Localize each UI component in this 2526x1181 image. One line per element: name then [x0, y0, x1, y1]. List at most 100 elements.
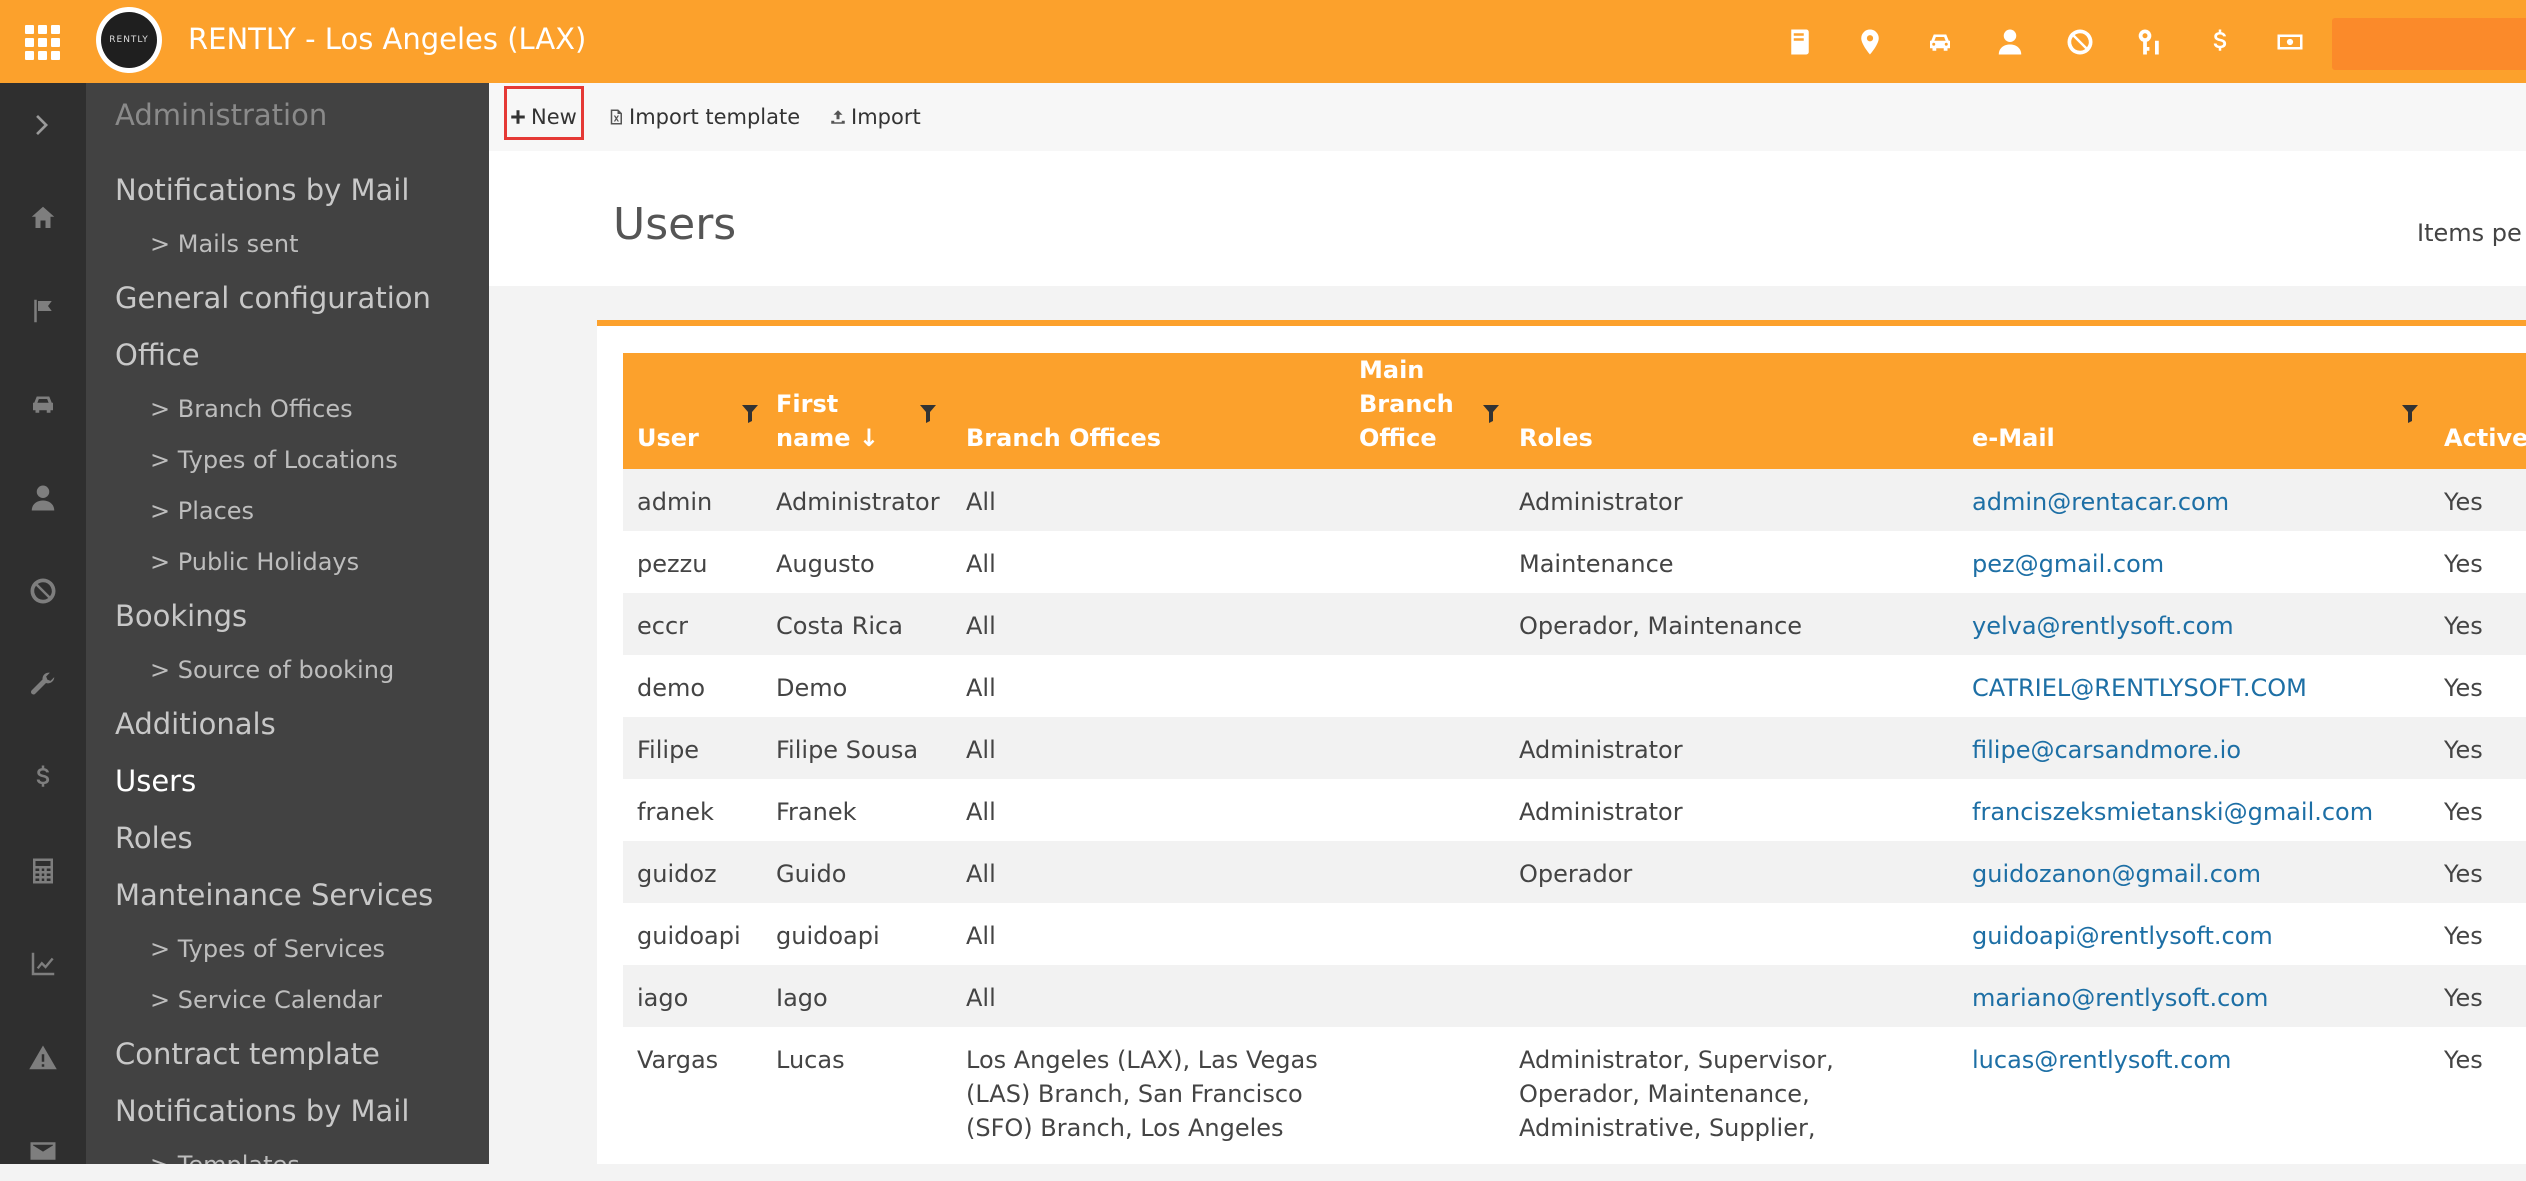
sidebar-item-public-holidays[interactable]: > Public Holidays — [150, 548, 359, 576]
cell-user: iago — [623, 965, 762, 1027]
logo-text: RENTLY — [101, 12, 157, 68]
cell-roles — [1505, 655, 1958, 717]
cell-email-link[interactable]: admin@rentacar.com — [1958, 469, 2430, 531]
column-header-roles[interactable]: Roles — [1505, 353, 1958, 469]
table-row[interactable]: Vargas Lucas Los Angeles (LAX), Las Vega… — [623, 1027, 2526, 1147]
cell-email-link[interactable]: guidozanon@gmail.com — [1958, 841, 2430, 903]
cell-user: admin — [623, 469, 762, 531]
cash-icon[interactable] — [2255, 18, 2325, 66]
table-row[interactable]: admin Administrator All Administrator ad… — [623, 469, 2526, 531]
sidebar-item-branch-offices[interactable]: > Branch Offices — [150, 395, 353, 423]
cell-email-link[interactable]: lucas@rentlysoft.com — [1958, 1027, 2430, 1147]
cell-main-branch — [1345, 1027, 1505, 1147]
cell-user: guidoz — [623, 841, 762, 903]
cell-email-link[interactable]: CATRIEL@RENTLYSOFT.COM — [1958, 655, 2430, 717]
expand-chevron-icon[interactable] — [0, 95, 86, 155]
cell-email-link[interactable]: guidoapi@rentlysoft.com — [1958, 903, 2430, 965]
car-icon[interactable] — [1905, 18, 1975, 66]
sidebar-header: Administration — [115, 98, 328, 132]
cell-roles: Administrator — [1505, 717, 1958, 779]
cell-branch-offices: All — [952, 593, 1345, 655]
sidebar-item-service-calendar[interactable]: > Service Calendar — [150, 986, 382, 1014]
dollar-icon[interactable] — [0, 748, 86, 808]
table-row[interactable]: demo Demo All CATRIEL@RENTLYSOFT.COM Yes — [623, 655, 2526, 717]
filter-icon[interactable] — [920, 405, 936, 423]
sidebar-item-roles[interactable]: Roles — [115, 821, 193, 855]
ban-icon[interactable] — [0, 561, 86, 621]
sidebar-item-bookings[interactable]: Bookings — [115, 599, 247, 633]
cell-email-link[interactable]: mariano@rentlysoft.com — [1958, 965, 2430, 1027]
sidebar-item-users[interactable]: Users — [115, 764, 196, 798]
column-header-active[interactable]: Active — [2430, 353, 2526, 469]
sidebar-item-mails-sent[interactable]: > Mails sent — [150, 230, 299, 258]
sidebar-item-maintenance-services[interactable]: Manteinance Services — [115, 878, 433, 912]
keys-icon[interactable] — [2115, 18, 2185, 66]
filter-icon[interactable] — [1483, 405, 1499, 423]
import-button[interactable]: Import — [829, 105, 921, 129]
user-icon[interactable] — [0, 468, 86, 528]
cell-email-link[interactable]: franciszeksmietanski@gmail.com — [1958, 779, 2430, 841]
home-icon[interactable] — [0, 188, 86, 248]
import-template-button[interactable]: Import template — [607, 105, 800, 129]
page-header: Users Items pe — [489, 151, 2526, 286]
sidebar-item-types-of-services[interactable]: > Types of Services — [150, 935, 385, 963]
flag-icon[interactable] — [0, 281, 86, 341]
dollar-icon[interactable] — [2185, 18, 2255, 66]
book-icon[interactable] — [1765, 18, 1835, 66]
table-row[interactable]: iago Iago All mariano@rentlysoft.com Yes — [623, 965, 2526, 1027]
cell-active: Yes — [2430, 717, 2526, 779]
sidebar-item-office[interactable]: Office — [115, 338, 200, 372]
apps-grid-icon[interactable] — [22, 22, 62, 62]
table-row[interactable]: guidoapi guidoapi All guidoapi@rentlysof… — [623, 903, 2526, 965]
cell-first-name: Franek — [762, 779, 952, 841]
table-row[interactable]: franek Franek All Administrator francisz… — [623, 779, 2526, 841]
car-icon[interactable] — [0, 374, 86, 434]
warning-icon[interactable] — [0, 1028, 86, 1088]
table-row[interactable]: pezzu Augusto All Maintenance pez@gmail.… — [623, 531, 2526, 593]
user-icon[interactable] — [1975, 18, 2045, 66]
import-template-label: Import template — [629, 105, 801, 129]
cell-email-link[interactable]: pez@gmail.com — [1958, 531, 2430, 593]
cell-main-branch — [1345, 593, 1505, 655]
cell-roles: Operador — [1505, 841, 1958, 903]
mail-icon[interactable] — [0, 1121, 86, 1181]
sidebar-item-places[interactable]: > Places — [150, 497, 254, 525]
cell-email-link[interactable]: filipe@carsandmore.io — [1958, 717, 2430, 779]
table-row[interactable]: eccr Costa Rica All Operador, Maintenanc… — [623, 593, 2526, 655]
wrench-icon[interactable] — [0, 654, 86, 714]
sidebar-item-general-configuration[interactable]: General configuration — [115, 281, 431, 315]
top-bar: RENTLY RENTLY - Los Angeles (LAX) — [0, 0, 2526, 83]
column-header-main-branch-office[interactable]: Main Branch Office — [1345, 353, 1505, 469]
calculator-icon[interactable] — [0, 841, 86, 901]
table-row[interactable]: guidoz Guido All Operador guidozanon@gma… — [623, 841, 2526, 903]
column-header-first-name[interactable]: First name ↓ — [762, 353, 952, 469]
cell-roles: Administrator — [1505, 469, 1958, 531]
table-row[interactable]: Filipe Filipe Sousa All Administrator fi… — [623, 717, 2526, 779]
sidebar-item-types-of-locations[interactable]: > Types of Locations — [150, 446, 398, 474]
cell-branch-offices: All — [952, 469, 1345, 531]
sidebar-item-notifications-by-mail[interactable]: Notifications by Mail — [115, 173, 409, 207]
sidebar-item-source-of-booking[interactable]: > Source of booking — [150, 656, 394, 684]
cell-branch-offices: All — [952, 655, 1345, 717]
column-label: e-Mail — [1972, 424, 2055, 452]
sidebar-item-additionals[interactable]: Additionals — [115, 707, 276, 741]
sidebar-item-contract-template[interactable]: Contract template — [115, 1037, 380, 1071]
column-header-email[interactable]: e-Mail — [1958, 353, 2430, 469]
company-logo[interactable]: RENTLY — [96, 7, 162, 73]
user-menu-button[interactable] — [2332, 18, 2526, 70]
chart-line-icon[interactable] — [0, 934, 86, 994]
filter-icon[interactable] — [2402, 405, 2418, 423]
column-header-user[interactable]: User — [623, 353, 762, 469]
filter-icon[interactable] — [742, 405, 758, 423]
sidebar-item-notifications-by-mail-2[interactable]: Notifications by Mail — [115, 1094, 409, 1128]
cell-email-link[interactable]: yelva@rentlysoft.com — [1958, 593, 2430, 655]
top-icon-bar — [1765, 18, 2325, 66]
action-toolbar: New Import template Import — [489, 83, 2526, 151]
cell-user: demo — [623, 655, 762, 717]
items-per-page-label: Items pe — [2417, 219, 2522, 247]
location-pin-icon[interactable] — [1835, 18, 1905, 66]
sidebar-item-templates[interactable]: > Templates — [150, 1151, 300, 1164]
cell-user: franek — [623, 779, 762, 841]
column-header-branch-offices[interactable]: Branch Offices — [952, 353, 1345, 469]
ban-icon[interactable] — [2045, 18, 2115, 66]
